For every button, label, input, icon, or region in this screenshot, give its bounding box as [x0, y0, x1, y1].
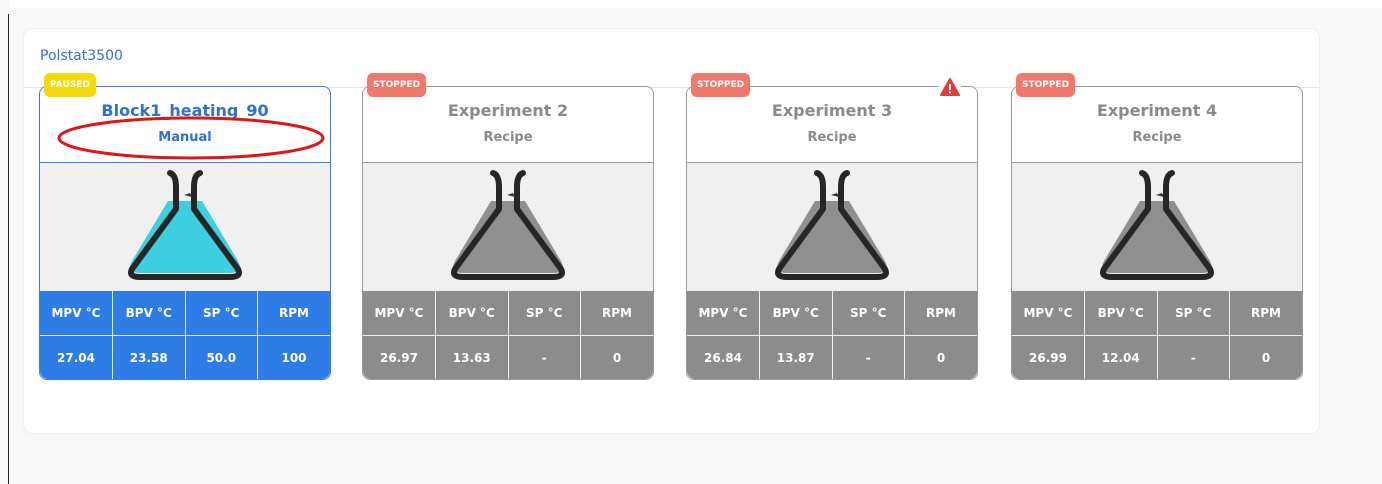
- rpm-header: RPM: [257, 291, 330, 336]
- mpv-value: 26.97: [363, 335, 436, 379]
- experiment-name[interactable]: Experiment 2: [363, 101, 653, 120]
- rpm-value: 0: [1261, 350, 1271, 365]
- sp-value: -: [1157, 335, 1230, 379]
- flask-area: [40, 163, 330, 291]
- mpv-value: 27.04: [40, 335, 113, 379]
- rpm-value: 100: [281, 350, 307, 365]
- stats-table: MPV °C BPV °C SP °C RPM 26.84 13.87 - 0: [687, 291, 977, 379]
- flask-icon: [451, 170, 565, 280]
- top-bar: [9, 0, 1382, 8]
- bpv-value: 13.87: [759, 335, 833, 379]
- flask-icon: [128, 170, 242, 280]
- experiment-card-4[interactable]: STOPPED Experiment 4 Recipe MPV °C BPV °…: [1011, 73, 1303, 380]
- sp-header: SP °C: [508, 291, 581, 336]
- status-badge: STOPPED: [691, 73, 751, 97]
- mpv-value: 26.84: [687, 335, 760, 379]
- mpv-value: 26.99: [1012, 335, 1085, 379]
- rpm-header: RPM: [904, 291, 977, 336]
- bpv-value: 13.63: [435, 335, 509, 379]
- panel-header: Polstat3500: [24, 29, 1319, 88]
- rpm-value: 0: [936, 350, 946, 365]
- sp-header: SP °C: [832, 291, 905, 336]
- flask-area: [363, 163, 653, 291]
- mpv-header: MPV °C: [1012, 291, 1085, 336]
- stats-table: MPV °C BPV °C SP °C RPM 26.99 12.04 - 0: [1012, 291, 1302, 379]
- flask-icon: [775, 170, 889, 280]
- sp-header: SP °C: [1157, 291, 1230, 336]
- stats-table: MPV °C BPV °C SP °C RPM 26.97 13.63 - 0: [363, 291, 653, 379]
- status-badge: STOPPED: [367, 73, 427, 97]
- card-header: Experiment 3 Recipe: [687, 87, 977, 163]
- experiment-mode: Recipe: [1132, 130, 1182, 145]
- mpv-header: MPV °C: [687, 291, 760, 336]
- sp-header: SP °C: [185, 291, 258, 336]
- stats-table: MPV °C BPV °C SP °C RPM 27.04 23.58 50.0…: [40, 291, 330, 379]
- sp-value: -: [832, 335, 905, 379]
- status-badge: PAUSED: [44, 73, 96, 97]
- sp-value: 50.0: [185, 335, 258, 379]
- bpv-header: BPV °C: [112, 291, 186, 336]
- card-header: Experiment 4 Recipe: [1012, 87, 1302, 163]
- bpv-header: BPV °C: [759, 291, 833, 336]
- flask-area: [687, 163, 977, 291]
- flask-icon: [1100, 170, 1214, 280]
- rpm-header: RPM: [1229, 291, 1302, 336]
- mpv-header: MPV °C: [363, 291, 436, 336]
- rpm-header: RPM: [580, 291, 653, 336]
- experiment-name[interactable]: Experiment 4: [1012, 101, 1302, 120]
- experiment-mode: Recipe: [483, 130, 533, 145]
- experiment-mode: Recipe: [807, 130, 857, 145]
- experiment-card-2[interactable]: STOPPED Experiment 2 Recipe MPV °C BPV °…: [362, 73, 654, 380]
- bpv-header: BPV °C: [435, 291, 509, 336]
- flask-area: [1012, 163, 1302, 291]
- card-header: Experiment 2 Recipe: [363, 87, 653, 163]
- status-badge: STOPPED: [1016, 73, 1076, 97]
- bpv-header: BPV °C: [1084, 291, 1158, 336]
- sp-value: -: [508, 335, 581, 379]
- experiment-name[interactable]: Experiment 3: [687, 101, 977, 120]
- warning-icon[interactable]: [939, 77, 961, 97]
- left-divider: [8, 14, 9, 484]
- rpm-value: 0: [612, 350, 622, 365]
- bpv-value: 23.58: [112, 335, 186, 379]
- panel-title[interactable]: Polstat3500: [40, 48, 123, 64]
- experiment-card-3[interactable]: STOPPED Experiment 3 Recipe MPV °C BPV °…: [686, 73, 978, 380]
- mpv-header: MPV °C: [40, 291, 113, 336]
- bpv-value: 12.04: [1084, 335, 1158, 379]
- annotation-ellipse: [57, 116, 325, 160]
